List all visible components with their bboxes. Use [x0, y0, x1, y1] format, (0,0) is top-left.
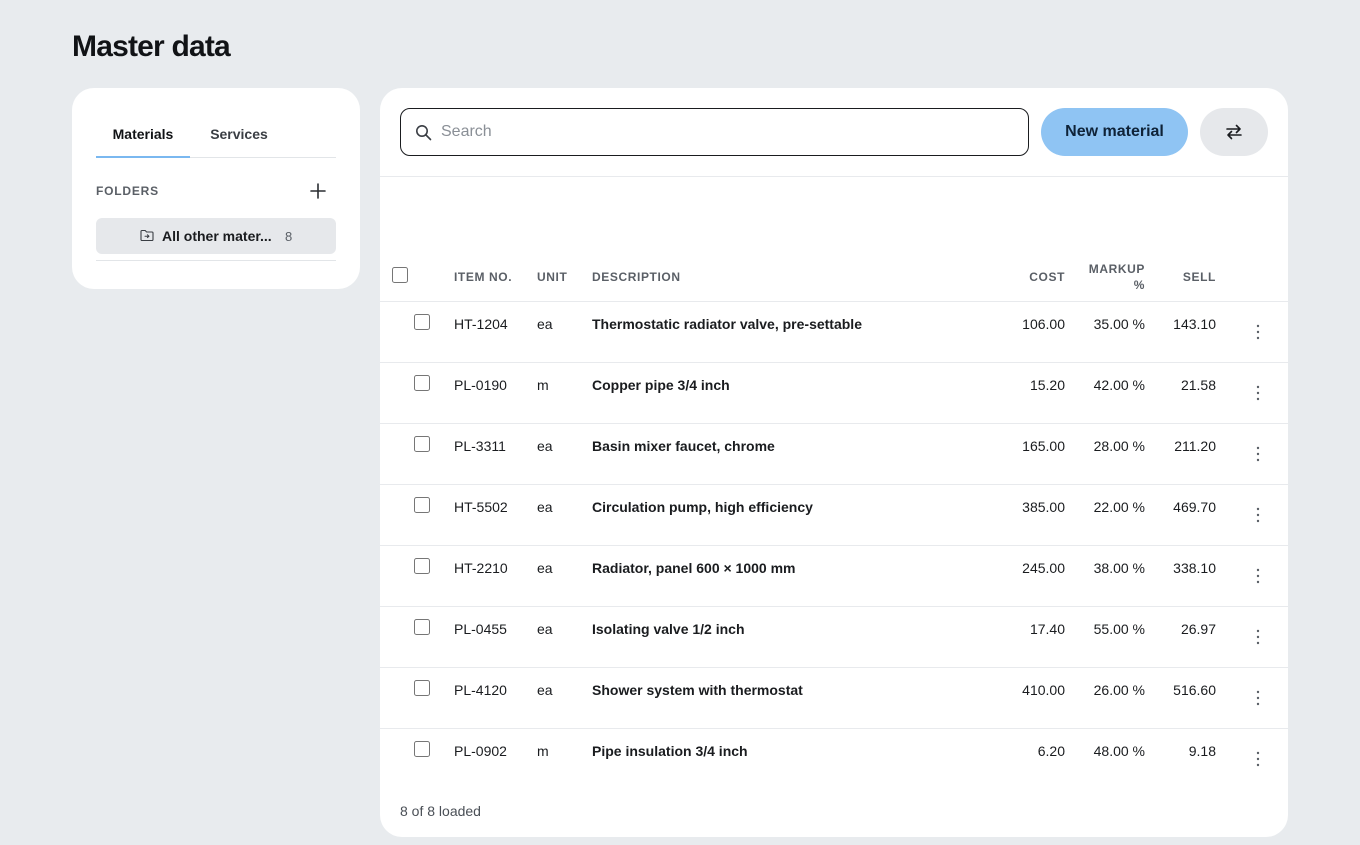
more-vertical-icon[interactable] [1248, 383, 1268, 403]
cell-sell: 143.10 [1173, 316, 1216, 332]
search-box [400, 108, 1029, 156]
column-header-cost[interactable]: COST [1000, 270, 1065, 284]
cell-description: Basin mixer faucet, chrome [592, 438, 775, 454]
materials-panel: New material ITEM NO. UNIT DESCRIPTION C… [380, 88, 1288, 837]
cell-unit: m [537, 743, 549, 759]
cell-cost: 6.20 [1037, 743, 1065, 759]
search-input[interactable] [441, 109, 1021, 155]
page-title: Master data [72, 30, 231, 63]
cell-unit: ea [537, 438, 553, 454]
folder-icon [140, 229, 154, 242]
column-header-unit[interactable]: UNIT [537, 270, 567, 284]
table-row[interactable]: PL-0455 ea Isolating valve 1/2 inch 17.4… [380, 607, 1288, 668]
cell-sell: 211.20 [1174, 438, 1216, 454]
cell-description: Radiator, panel 600 × 1000 mm [592, 560, 796, 576]
search-icon [416, 125, 432, 141]
column-header-description[interactable]: DESCRIPTION [592, 270, 681, 284]
add-folder-button[interactable] [308, 181, 328, 201]
row-checkbox[interactable] [414, 558, 430, 574]
more-vertical-icon[interactable] [1248, 566, 1268, 586]
swap-arrows-icon [1226, 124, 1242, 140]
loaded-count: 8 of 8 loaded [400, 803, 481, 819]
new-material-button[interactable]: New material [1041, 108, 1188, 156]
cell-cost: 165.00 [1022, 438, 1065, 454]
cell-item-no: HT-5502 [454, 499, 508, 515]
more-vertical-icon[interactable] [1248, 688, 1268, 708]
cell-sell: 26.97 [1180, 621, 1216, 637]
table-row[interactable]: PL-4120 ea Shower system with thermostat… [380, 668, 1288, 729]
cell-sell: 469.70 [1173, 499, 1216, 515]
cell-unit: ea [537, 621, 553, 637]
more-vertical-icon[interactable] [1248, 444, 1268, 464]
table-row[interactable]: PL-0190 m Copper pipe 3/4 inch 15.20 42.… [380, 363, 1288, 424]
column-header-markup-unit: % [1133, 278, 1145, 292]
more-vertical-icon[interactable] [1248, 749, 1268, 769]
cell-unit: ea [537, 316, 553, 332]
cell-sell: 9.18 [1188, 743, 1216, 759]
tab-materials[interactable]: Materials [96, 112, 190, 158]
cell-unit: ea [537, 560, 553, 576]
cell-sell: 516.60 [1173, 682, 1216, 698]
more-vertical-icon[interactable] [1248, 505, 1268, 525]
more-vertical-icon[interactable] [1248, 322, 1268, 342]
folders-panel: Materials Services FOLDERS All other mat… [72, 88, 360, 289]
cell-description: Pipe insulation 3/4 inch [592, 743, 748, 759]
table-row[interactable]: HT-2210 ea Radiator, panel 600 × 1000 mm… [380, 546, 1288, 607]
cell-cost: 410.00 [1022, 682, 1065, 698]
more-vertical-icon[interactable] [1248, 627, 1268, 647]
tab-services[interactable]: Services [190, 112, 288, 158]
cell-cost: 106.00 [1022, 316, 1065, 332]
folder-item-all-other[interactable]: All other mater... 8 [96, 218, 336, 254]
table-row[interactable]: PL-3311 ea Basin mixer faucet, chrome 16… [380, 424, 1288, 485]
row-checkbox[interactable] [414, 497, 430, 513]
column-header-markup[interactable]: MARKUP [1080, 262, 1145, 276]
folders-label: FOLDERS [96, 184, 159, 198]
cell-item-no: HT-2210 [454, 560, 508, 576]
cell-sell: 21.58 [1180, 377, 1216, 393]
table-row[interactable]: PL-0902 m Pipe insulation 3/4 inch 6.20 … [380, 729, 1288, 790]
tab-bar: Materials Services [96, 112, 336, 158]
divider [96, 260, 336, 261]
cell-cost: 15.20 [1029, 377, 1065, 393]
cell-item-no: PL-4120 [454, 682, 507, 698]
cell-description: Thermostatic radiator valve, pre-settabl… [592, 316, 862, 332]
folder-count: 8 [285, 229, 293, 244]
row-checkbox[interactable] [414, 436, 430, 452]
table-row[interactable]: HT-1204 ea Thermostatic radiator valve, … [380, 302, 1288, 363]
cell-unit: ea [537, 682, 553, 698]
cell-cost: 245.00 [1022, 560, 1065, 576]
cell-description: Circulation pump, high efficiency [592, 499, 813, 515]
row-checkbox[interactable] [414, 375, 430, 391]
divider [380, 176, 1288, 177]
cell-description: Isolating valve 1/2 inch [592, 621, 745, 637]
cell-item-no: PL-0455 [454, 621, 507, 637]
row-checkbox[interactable] [414, 741, 430, 757]
cell-cost: 385.00 [1022, 499, 1065, 515]
cell-unit: m [537, 377, 549, 393]
select-all-checkbox[interactable] [392, 267, 408, 283]
folder-label: All other mater... [162, 228, 272, 244]
cell-item-no: PL-0902 [454, 743, 507, 759]
cell-item-no: PL-3311 [454, 438, 506, 454]
cell-unit: ea [537, 499, 553, 515]
cell-cost: 17.40 [1029, 621, 1065, 637]
cell-description: Shower system with thermostat [592, 682, 803, 698]
cell-description: Copper pipe 3/4 inch [592, 377, 730, 393]
swap-button[interactable] [1200, 108, 1268, 156]
column-header-sell[interactable]: SELL [1150, 270, 1216, 284]
column-header-item-no[interactable]: ITEM NO. [454, 270, 512, 284]
folders-header: FOLDERS [96, 181, 336, 201]
plus-icon [310, 183, 326, 199]
row-checkbox[interactable] [414, 314, 430, 330]
cell-item-no: PL-0190 [454, 377, 507, 393]
table-row[interactable]: HT-5502 ea Circulation pump, high effici… [380, 485, 1288, 546]
cell-item-no: HT-1204 [454, 316, 508, 332]
cell-sell: 338.10 [1173, 560, 1216, 576]
row-checkbox[interactable] [414, 680, 430, 696]
row-checkbox[interactable] [414, 619, 430, 635]
